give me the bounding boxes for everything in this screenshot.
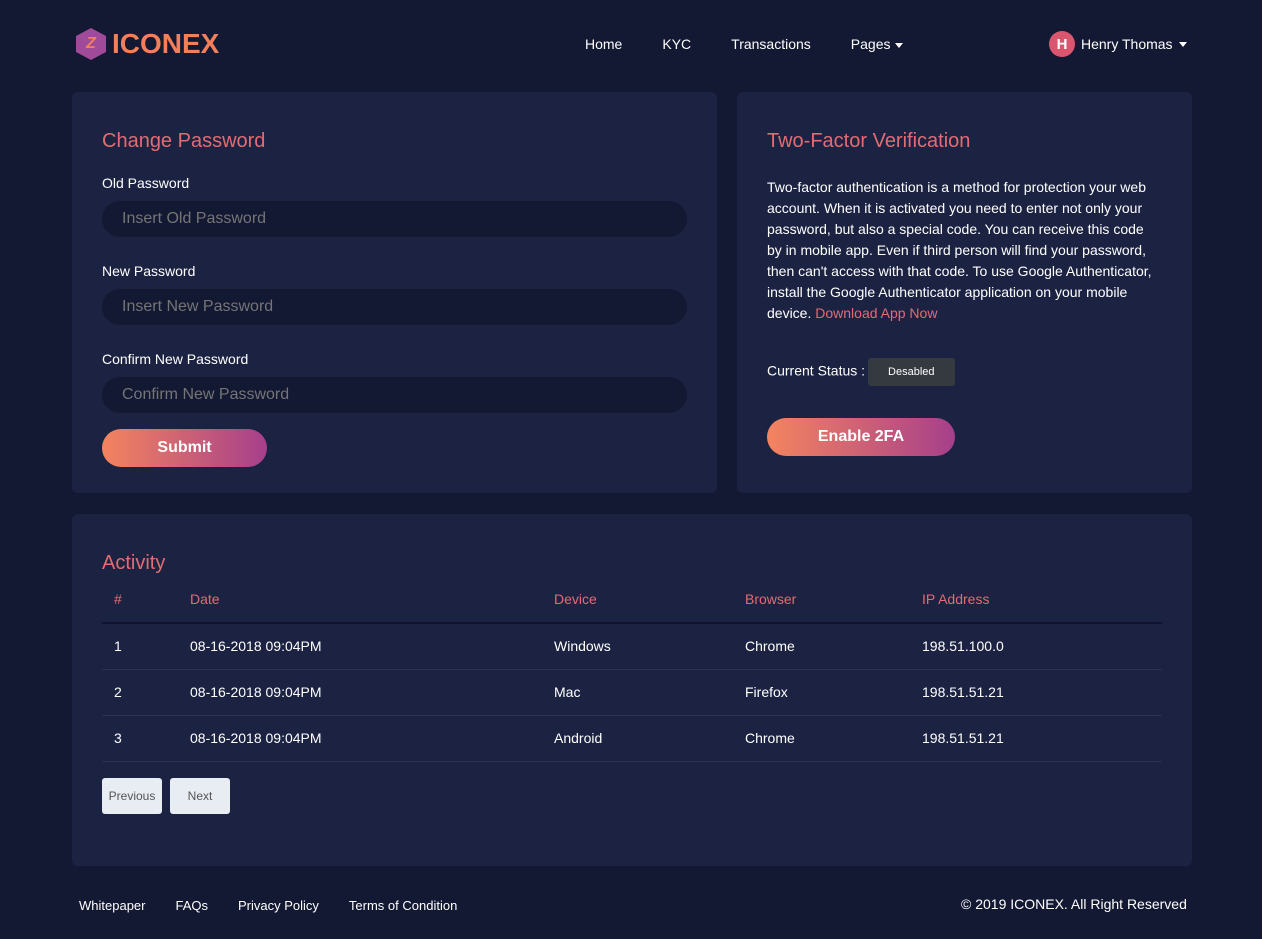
chevron-down-icon xyxy=(1178,41,1187,47)
change-password-title: Change Password xyxy=(102,130,266,152)
nav-kyc[interactable]: KYC xyxy=(662,36,691,52)
col-ip: IP Address xyxy=(922,575,1162,624)
user-menu[interactable]: H Henry Thomas xyxy=(1049,31,1187,57)
change-password-card: Change Password Old Password New Passwor… xyxy=(72,92,717,493)
nav-home[interactable]: Home xyxy=(585,36,622,52)
cell-device: Android xyxy=(554,715,745,762)
cell-device: Mac xyxy=(554,669,745,716)
cell-index: 3 xyxy=(102,715,190,762)
new-password-label: New Password xyxy=(102,263,196,279)
col-index: # xyxy=(102,575,190,624)
cell-ip: 198.51.51.21 xyxy=(922,669,1162,716)
cell-index: 2 xyxy=(102,669,190,716)
cell-ip: 198.51.100.0 xyxy=(922,623,1162,670)
status-badge: Desabled xyxy=(868,358,955,386)
pagination: Previous Next xyxy=(102,777,1162,814)
old-password-label: Old Password xyxy=(102,175,190,191)
cell-browser: Firefox xyxy=(745,669,922,716)
table-header: # Date Device Browser IP Address xyxy=(102,575,1162,624)
description-text: Two-factor authentication is a method fo… xyxy=(767,179,1152,321)
cell-date: 08-16-2018 09:04PM xyxy=(190,669,554,716)
next-button[interactable]: Next xyxy=(170,777,230,814)
confirm-password-input[interactable] xyxy=(102,377,687,413)
footer-terms[interactable]: Terms of Condition xyxy=(349,898,457,913)
table-row: 1 08-16-2018 09:04PM Windows Chrome 198.51.1… xyxy=(102,623,1162,670)
activity-card: Activity # Date Device Browser IP Addres… xyxy=(72,514,1192,866)
cell-index: 1 xyxy=(102,623,190,670)
logo-mark-icon: Z xyxy=(76,28,106,60)
nav-pages-label: Pages xyxy=(850,36,891,52)
status-label: Current Status : xyxy=(767,362,866,379)
cell-ip: 198.51.51.21 xyxy=(922,715,1162,762)
confirm-password-label: Confirm New Password xyxy=(102,351,249,367)
cell-date: 08-16-2018 09:04PM xyxy=(190,715,554,762)
activity-title: Activity xyxy=(102,552,166,574)
logo-text: ICONEX xyxy=(112,28,220,59)
cell-browser: Chrome xyxy=(745,715,922,762)
chevron-down-icon xyxy=(895,42,904,48)
nav-transactions[interactable]: Transactions xyxy=(731,36,811,52)
user-name: Henry Thomas xyxy=(1081,36,1173,52)
copyright: © 2019 ICONEX. All Right Reserved xyxy=(961,896,1187,912)
table-row: 2 08-16-2018 09:04PM Mac Firefox 198.51.51.2… xyxy=(102,669,1162,716)
col-device: Device xyxy=(554,575,745,624)
logo[interactable]: Z ICONEX xyxy=(76,28,219,60)
footer-privacy[interactable]: Privacy Policy xyxy=(238,898,319,913)
footer-links: Whitepaper FAQs Privacy Policy Terms of … xyxy=(79,898,487,913)
cell-device: Windows xyxy=(554,623,745,670)
footer-faqs[interactable]: FAQs xyxy=(175,898,208,913)
new-password-input[interactable] xyxy=(102,289,687,325)
status-row: Current Status : Desabled xyxy=(767,358,1162,386)
cell-browser: Chrome xyxy=(745,623,922,670)
two-factor-card: Two-Factor Verification Two-factor authe… xyxy=(737,92,1192,493)
col-date: Date xyxy=(190,575,554,624)
avatar: H xyxy=(1049,31,1075,57)
table-row: 3 08-16-2018 09:04PM Android Chrome 198.51.5… xyxy=(102,715,1162,762)
cell-date: 08-16-2018 09:04PM xyxy=(190,623,554,670)
col-browser: Browser xyxy=(745,575,922,624)
previous-button[interactable]: Previous xyxy=(102,777,162,814)
old-password-input[interactable] xyxy=(102,201,687,237)
two-factor-description: Two-factor authentication is a method fo… xyxy=(767,177,1162,324)
activity-table: # Date Device Browser IP Address 1 08-16-… xyxy=(102,575,1162,762)
two-factor-title: Two-Factor Verification xyxy=(767,130,971,152)
footer-whitepaper[interactable]: Whitepaper xyxy=(79,898,145,913)
nav-pages[interactable]: Pages xyxy=(851,36,904,52)
main-nav: Home KYC Transactions Pages xyxy=(585,36,943,52)
enable-2fa-button[interactable]: Enable 2FA xyxy=(767,418,955,456)
download-app-link[interactable]: Download App Now xyxy=(815,305,937,321)
submit-button[interactable]: Submit xyxy=(102,429,267,467)
